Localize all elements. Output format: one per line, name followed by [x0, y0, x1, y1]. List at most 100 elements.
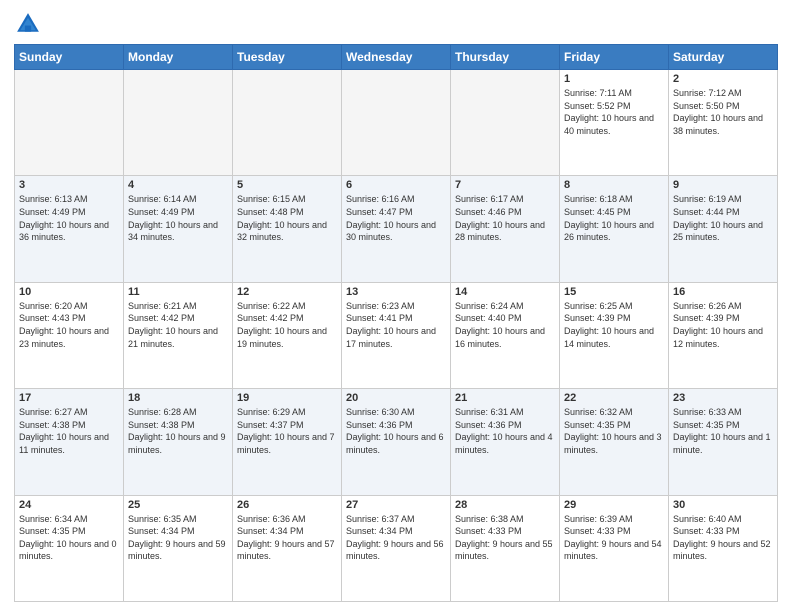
calendar-week-0: 1 Sunrise: 7:11 AM Sunset: 5:52 PM Daylig… — [15, 70, 778, 176]
day-info: Sunrise: 6:27 AM Sunset: 4:38 PM Dayligh… — [19, 406, 119, 456]
logo-icon — [14, 10, 42, 38]
day-number: 19 — [237, 392, 337, 404]
day-number: 15 — [564, 286, 664, 298]
calendar-cell: 19 Sunrise: 6:29 AM Sunset: 4:37 PM Dayli… — [233, 389, 342, 495]
day-number: 30 — [673, 499, 773, 511]
day-info: Sunrise: 6:25 AM Sunset: 4:39 PM Dayligh… — [564, 300, 664, 350]
calendar-cell: 8 Sunrise: 6:18 AM Sunset: 4:45 PM Daylig… — [560, 176, 669, 282]
calendar-week-1: 3Sunrise: 6:13 AM Sunset: 4:49 PM Daylig… — [15, 176, 778, 282]
day-info: Sunrise: 6:23 AM Sunset: 4:41 PM Dayligh… — [346, 300, 446, 350]
col-header-friday: Friday — [560, 45, 669, 70]
day-number: 8 — [564, 179, 664, 191]
calendar-cell: 5 Sunrise: 6:15 AM Sunset: 4:48 PM Daylig… — [233, 176, 342, 282]
day-number: 9 — [673, 179, 773, 191]
day-info: Sunrise: 6:34 AM Sunset: 4:35 PM Dayligh… — [19, 513, 119, 563]
calendar-week-2: 10 Sunrise: 6:20 AM Sunset: 4:43 PM Dayli… — [15, 282, 778, 388]
day-number: 22 — [564, 392, 664, 404]
day-number: 7 — [455, 179, 555, 191]
day-number: 16 — [673, 286, 773, 298]
day-info: Sunrise: 6:21 AM Sunset: 4:42 PM Dayligh… — [128, 300, 228, 350]
calendar-cell: 21Sunrise: 6:31 AM Sunset: 4:36 PM Dayli… — [451, 389, 560, 495]
day-number: 11 — [128, 286, 228, 298]
calendar-cell: 6Sunrise: 6:16 AM Sunset: 4:47 PM Daylig… — [342, 176, 451, 282]
day-number: 13 — [346, 286, 446, 298]
day-info: Sunrise: 6:15 AM Sunset: 4:48 PM Dayligh… — [237, 193, 337, 243]
calendar-cell: 24 Sunrise: 6:34 AM Sunset: 4:35 PM Dayli… — [15, 495, 124, 601]
day-info: Sunrise: 6:37 AM Sunset: 4:34 PM Dayligh… — [346, 513, 446, 563]
calendar-cell: 20Sunrise: 6:30 AM Sunset: 4:36 PM Dayli… — [342, 389, 451, 495]
calendar-cell: 15 Sunrise: 6:25 AM Sunset: 4:39 PM Dayli… — [560, 282, 669, 388]
col-header-saturday: Saturday — [669, 45, 778, 70]
calendar-cell — [451, 70, 560, 176]
day-info: Sunrise: 6:14 AM Sunset: 4:49 PM Dayligh… — [128, 193, 228, 243]
calendar-cell: 14 Sunrise: 6:24 AM Sunset: 4:40 PM Dayli… — [451, 282, 560, 388]
day-number: 18 — [128, 392, 228, 404]
day-number: 14 — [455, 286, 555, 298]
day-number: 12 — [237, 286, 337, 298]
day-info: Sunrise: 6:16 AM Sunset: 4:47 PM Dayligh… — [346, 193, 446, 243]
calendar-cell — [124, 70, 233, 176]
day-info: Sunrise: 6:20 AM Sunset: 4:43 PM Dayligh… — [19, 300, 119, 350]
day-info: Sunrise: 6:33 AM Sunset: 4:35 PM Dayligh… — [673, 406, 773, 456]
day-info: Sunrise: 6:26 AM Sunset: 4:39 PM Dayligh… — [673, 300, 773, 350]
day-info: Sunrise: 6:13 AM Sunset: 4:49 PM Dayligh… — [19, 193, 119, 243]
calendar-cell: 1 Sunrise: 7:11 AM Sunset: 5:52 PM Daylig… — [560, 70, 669, 176]
header — [14, 10, 778, 38]
day-info: Sunrise: 6:38 AM Sunset: 4:33 PM Dayligh… — [455, 513, 555, 563]
calendar-cell: 3Sunrise: 6:13 AM Sunset: 4:49 PM Daylig… — [15, 176, 124, 282]
day-info: Sunrise: 6:29 AM Sunset: 4:37 PM Dayligh… — [237, 406, 337, 456]
col-header-monday: Monday — [124, 45, 233, 70]
col-header-sunday: Sunday — [15, 45, 124, 70]
day-info: Sunrise: 6:19 AM Sunset: 4:44 PM Dayligh… — [673, 193, 773, 243]
day-number: 4 — [128, 179, 228, 191]
calendar-table: SundayMondayTuesdayWednesdayThursdayFrid… — [14, 44, 778, 602]
calendar-cell: 10 Sunrise: 6:20 AM Sunset: 4:43 PM Dayli… — [15, 282, 124, 388]
calendar-cell: 29Sunrise: 6:39 AM Sunset: 4:33 PM Dayli… — [560, 495, 669, 601]
day-info: Sunrise: 6:39 AM Sunset: 4:33 PM Dayligh… — [564, 513, 664, 563]
calendar-cell: 28 Sunrise: 6:38 AM Sunset: 4:33 PM Dayli… — [451, 495, 560, 601]
calendar-cell: 26 Sunrise: 6:36 AM Sunset: 4:34 PM Dayli… — [233, 495, 342, 601]
col-header-wednesday: Wednesday — [342, 45, 451, 70]
day-number: 28 — [455, 499, 555, 511]
col-header-thursday: Thursday — [451, 45, 560, 70]
col-header-tuesday: Tuesday — [233, 45, 342, 70]
day-number: 27 — [346, 499, 446, 511]
calendar-cell: 18Sunrise: 6:28 AM Sunset: 4:38 PM Dayli… — [124, 389, 233, 495]
calendar-cell: 9 Sunrise: 6:19 AM Sunset: 4:44 PM Daylig… — [669, 176, 778, 282]
calendar-cell: 7 Sunrise: 6:17 AM Sunset: 4:46 PM Daylig… — [451, 176, 560, 282]
calendar-cell: 25 Sunrise: 6:35 AM Sunset: 4:34 PM Dayli… — [124, 495, 233, 601]
day-number: 17 — [19, 392, 119, 404]
calendar-cell: 4 Sunrise: 6:14 AM Sunset: 4:49 PM Daylig… — [124, 176, 233, 282]
day-info: Sunrise: 6:30 AM Sunset: 4:36 PM Dayligh… — [346, 406, 446, 456]
day-number: 2 — [673, 73, 773, 85]
day-number: 25 — [128, 499, 228, 511]
day-info: Sunrise: 6:40 AM Sunset: 4:33 PM Dayligh… — [673, 513, 773, 563]
day-number: 1 — [564, 73, 664, 85]
day-info: Sunrise: 7:11 AM Sunset: 5:52 PM Dayligh… — [564, 87, 664, 137]
calendar-cell: 22 Sunrise: 6:32 AM Sunset: 4:35 PM Dayli… — [560, 389, 669, 495]
calendar-cell: 30 Sunrise: 6:40 AM Sunset: 4:33 PM Dayli… — [669, 495, 778, 601]
day-number: 26 — [237, 499, 337, 511]
day-info: Sunrise: 6:35 AM Sunset: 4:34 PM Dayligh… — [128, 513, 228, 563]
day-info: Sunrise: 6:32 AM Sunset: 4:35 PM Dayligh… — [564, 406, 664, 456]
calendar-cell: 12 Sunrise: 6:22 AM Sunset: 4:42 PM Dayli… — [233, 282, 342, 388]
day-number: 24 — [19, 499, 119, 511]
day-info: Sunrise: 6:24 AM Sunset: 4:40 PM Dayligh… — [455, 300, 555, 350]
day-info: Sunrise: 6:18 AM Sunset: 4:45 PM Dayligh… — [564, 193, 664, 243]
day-info: Sunrise: 6:31 AM Sunset: 4:36 PM Dayligh… — [455, 406, 555, 456]
day-number: 5 — [237, 179, 337, 191]
calendar-cell: 11 Sunrise: 6:21 AM Sunset: 4:42 PM Dayli… — [124, 282, 233, 388]
day-number: 10 — [19, 286, 119, 298]
calendar-week-4: 24 Sunrise: 6:34 AM Sunset: 4:35 PM Dayli… — [15, 495, 778, 601]
day-info: Sunrise: 7:12 AM Sunset: 5:50 PM Dayligh… — [673, 87, 773, 137]
calendar-cell: 17 Sunrise: 6:27 AM Sunset: 4:38 PM Dayli… — [15, 389, 124, 495]
calendar-cell — [342, 70, 451, 176]
day-info: Sunrise: 6:17 AM Sunset: 4:46 PM Dayligh… — [455, 193, 555, 243]
calendar-cell: 27 Sunrise: 6:37 AM Sunset: 4:34 PM Dayli… — [342, 495, 451, 601]
day-info: Sunrise: 6:36 AM Sunset: 4:34 PM Dayligh… — [237, 513, 337, 563]
page: SundayMondayTuesdayWednesdayThursdayFrid… — [0, 0, 792, 612]
calendar-cell — [233, 70, 342, 176]
day-info: Sunrise: 6:22 AM Sunset: 4:42 PM Dayligh… — [237, 300, 337, 350]
calendar-cell: 13 Sunrise: 6:23 AM Sunset: 4:41 PM Dayli… — [342, 282, 451, 388]
calendar-cell: 2 Sunrise: 7:12 AM Sunset: 5:50 PM Daylig… — [669, 70, 778, 176]
